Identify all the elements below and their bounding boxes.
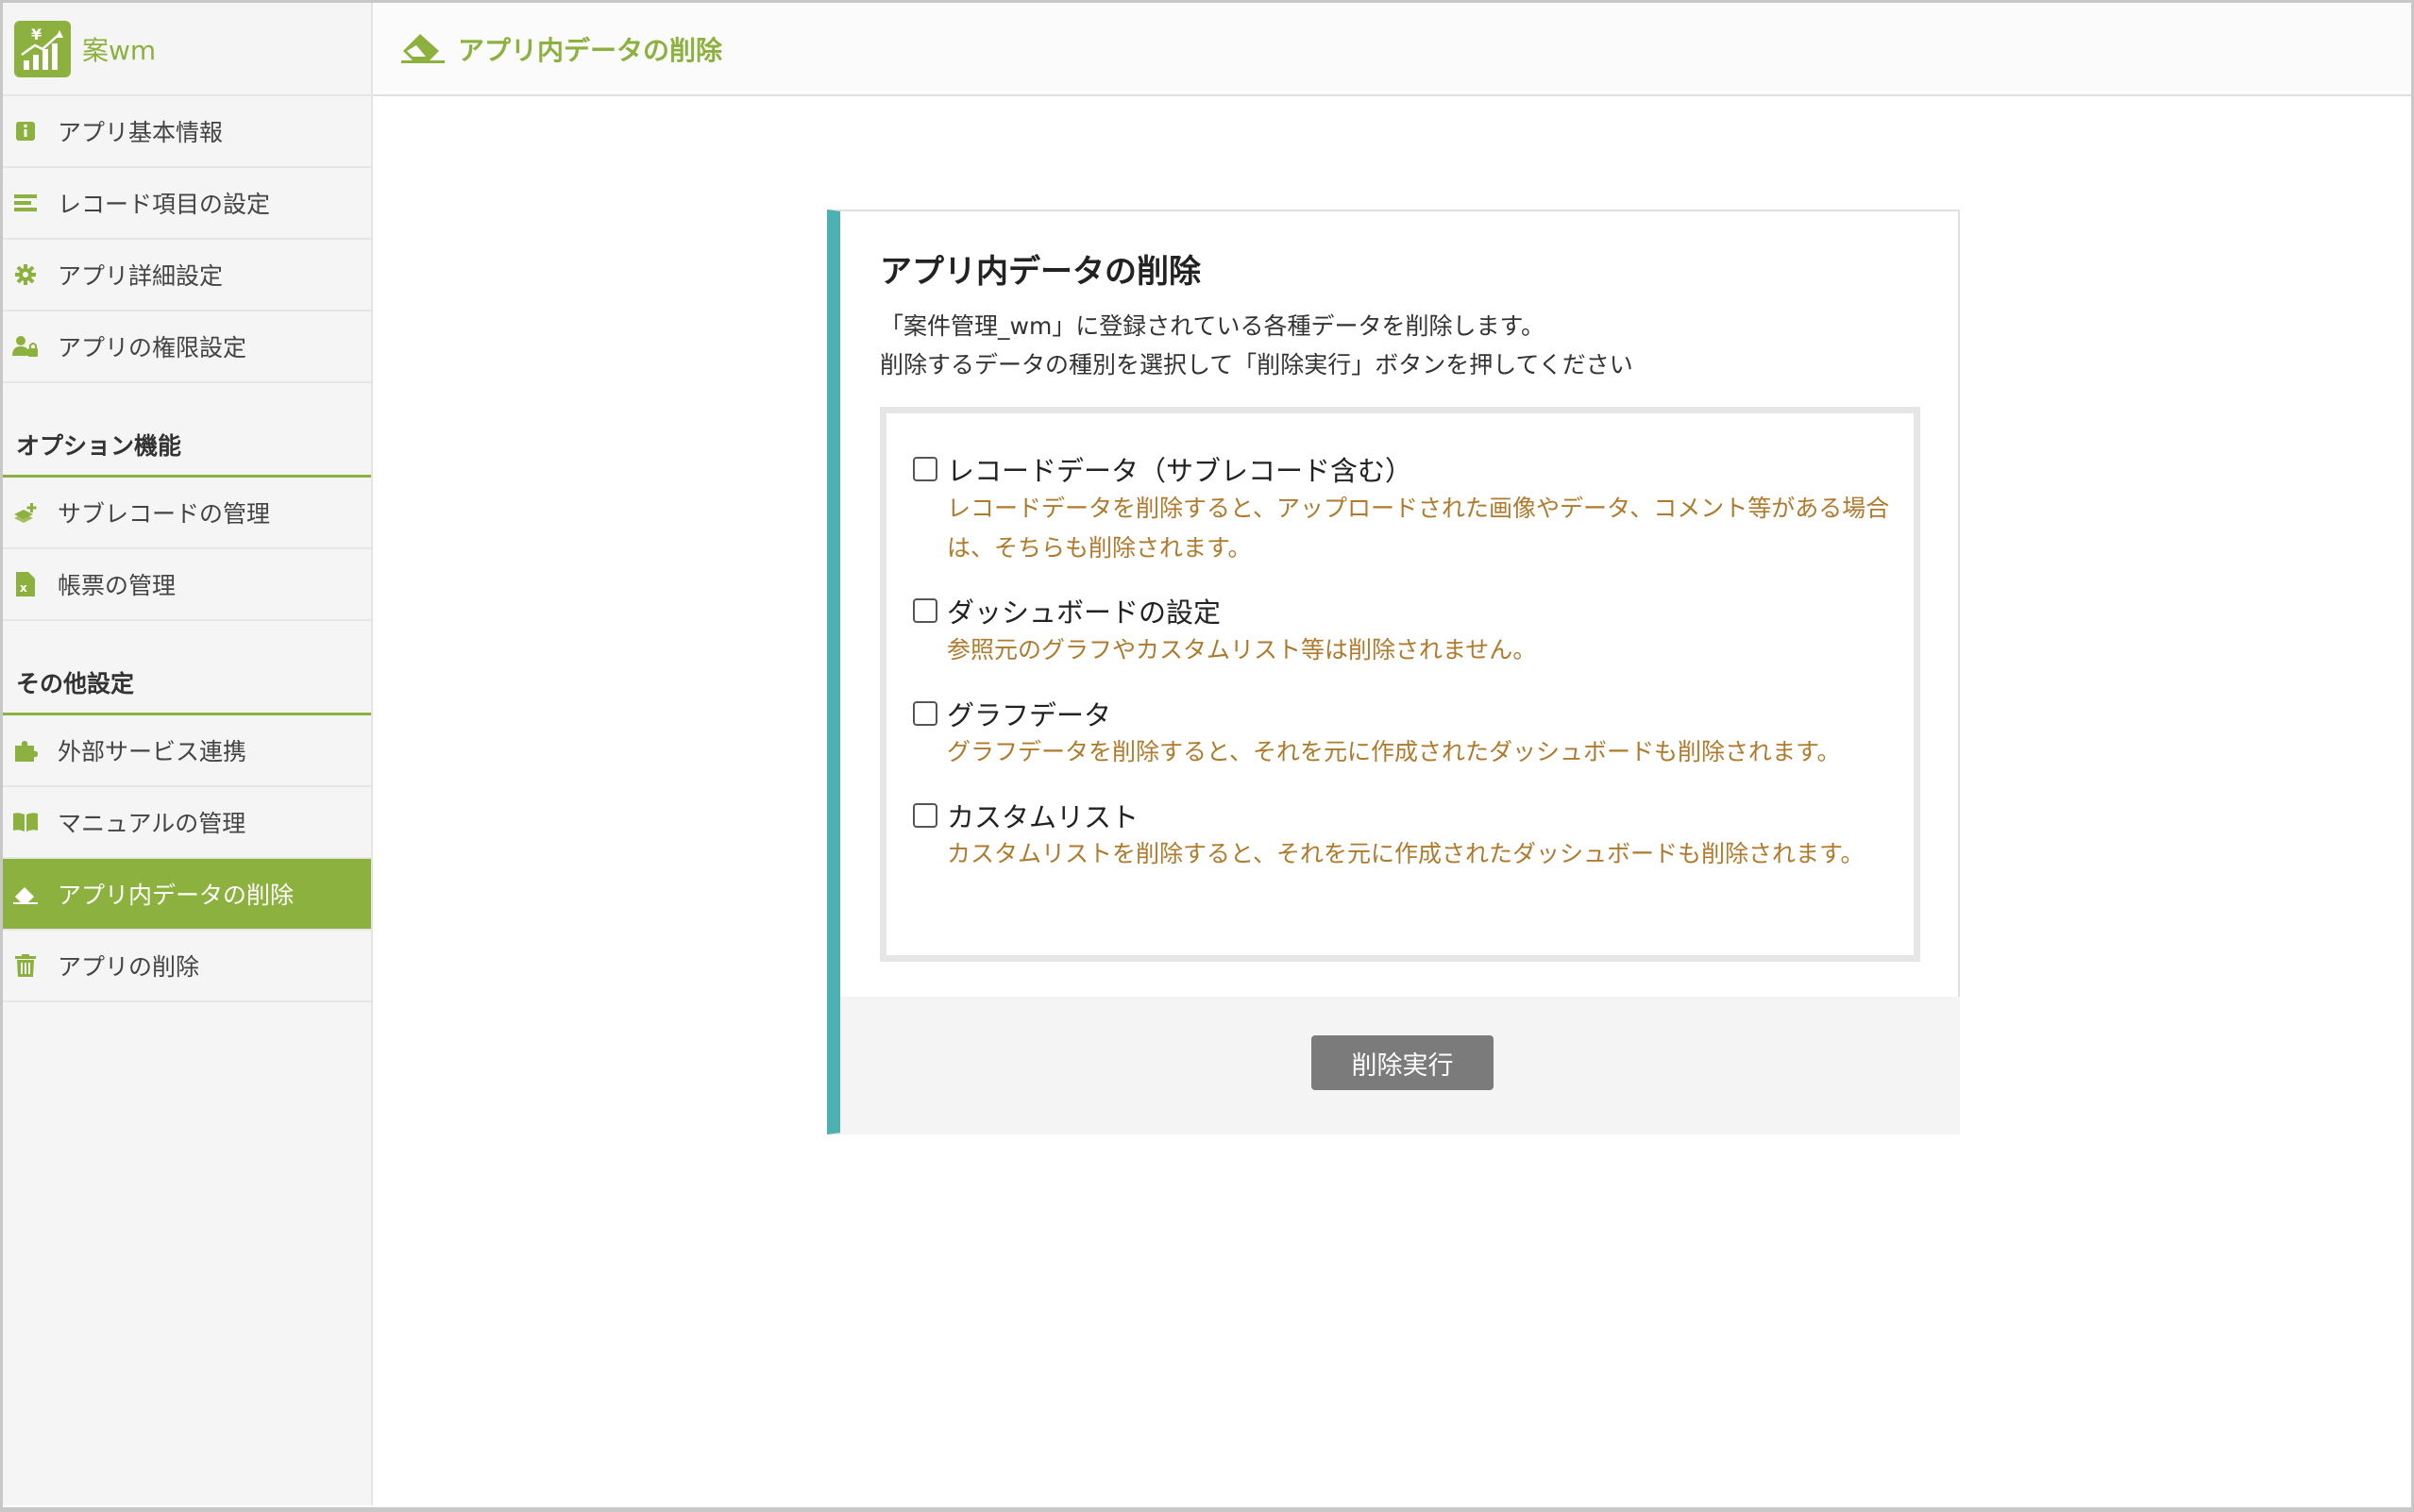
option-note: レコードデータを削除すると、アップロードされた画像やデータ、コメント等がある場合… [947,495,1890,562]
option-record-data[interactable]: レコードデータ（サブレコード含む） [913,449,1412,489]
card-description-line1: 「案件管理_wm」に登録されている各種データを削除します。 [880,312,1545,340]
app-logo-icon: ¥ [14,20,71,77]
sidebar-item-label: 外部サービス連携 [58,738,247,765]
option-label: グラフデータ [947,699,1112,731]
eraser-icon [401,30,445,68]
sidebar-item-subrecords[interactable]: サブレコードの管理 [3,478,371,549]
sidebar-item-forms[interactable]: x 帳票の管理 [3,549,371,621]
sidebar-item-label: アプリ基本情報 [58,119,224,146]
execute-delete-button[interactable]: 削除実行 [1311,1035,1494,1090]
sidebar-item-detail-settings[interactable]: アプリ詳細設定 [3,240,371,311]
dashboard-settings-checkbox[interactable] [913,598,937,623]
sidebar: ¥ 案wm アプリ基本情報 レコード項目の設定 アプリ詳細設定 アプリの権限設定… [3,3,373,1505]
card-footer: 削除実行 [840,997,1960,1134]
section-heading-options: オプション機能 [3,383,371,478]
option-label: カスタムリスト [947,801,1139,833]
sidebar-item-manuals[interactable]: マニュアルの管理 [3,787,371,859]
info-icon [12,118,39,144]
svg-text:x: x [20,581,27,595]
section-heading-other: その他設定 [3,621,371,715]
gear-icon [12,261,39,288]
list-icon [12,190,39,216]
option-note: グラフデータを削除すると、それを元に作成されたダッシュボードも削除されます。 [947,738,1841,765]
sidebar-item-label: サブレコードの管理 [58,500,271,528]
eraser-icon [12,881,39,907]
sidebar-item-label: マニュアルの管理 [58,810,246,837]
excel-file-icon: x [12,571,39,597]
sidebar-item-label: レコード項目の設定 [58,191,271,218]
option-label: レコードデータ（サブレコード含む） [947,455,1413,487]
delete-data-card: アプリ内データの削除 「案件管理_wm」に登録されている各種データを削除します。… [827,210,1960,1134]
page-header: アプリ内データの削除 [373,3,2411,96]
sidebar-item-label: アプリ詳細設定 [58,262,224,290]
option-graph-data[interactable]: グラフデータ [913,694,1111,733]
layers-plus-icon [12,499,39,526]
sidebar-item-external-services[interactable]: 外部サービス連携 [3,715,371,787]
sidebar-item-label: アプリ内データの削除 [58,882,295,909]
brand[interactable]: ¥ 案wm [3,3,371,96]
book-icon [12,809,39,835]
sidebar-item-permissions[interactable]: アプリの権限設定 [3,311,371,383]
sidebar-item-basic-info[interactable]: アプリ基本情報 [3,96,371,168]
option-custom-list[interactable]: カスタムリスト [913,796,1139,835]
card-description-line2: 削除するデータの種別を選択して「削除実行」ボタンを押してください [880,351,1633,378]
sidebar-item-label: 帳票の管理 [58,572,177,599]
puzzle-icon [12,737,39,764]
sidebar-item-record-fields[interactable]: レコード項目の設定 [3,168,371,240]
option-note: 参照元のグラフやカスタムリスト等は削除されません。 [947,636,1537,664]
graph-data-checkbox[interactable] [913,701,937,726]
option-note: カスタムリストを削除すると、それを元に作成されたダッシュボードも削除されます。 [947,840,1865,867]
custom-list-checkbox[interactable] [913,803,937,828]
delete-options-box: レコードデータ（サブレコード含む） レコードデータを削除すると、アップロードされ… [880,407,1920,962]
option-dashboard-settings[interactable]: ダッシュボードの設定 [913,591,1221,630]
svg-text:¥: ¥ [31,25,42,43]
sidebar-item-delete-app[interactable]: アプリの削除 [3,931,371,1002]
sidebar-item-label: アプリの権限設定 [58,334,247,361]
card-title: アプリ内データの削除 [880,253,1201,291]
user-lock-icon [12,333,39,360]
page-title: アプリ内データの削除 [458,34,723,66]
option-label: ダッシュボードの設定 [947,596,1222,629]
app-name: 案wm [82,34,157,66]
record-data-checkbox[interactable] [913,457,937,481]
sidebar-item-delete-data[interactable]: アプリ内データの削除 [3,859,371,931]
trash-icon [12,952,39,979]
sidebar-item-label: アプリの削除 [58,953,200,981]
